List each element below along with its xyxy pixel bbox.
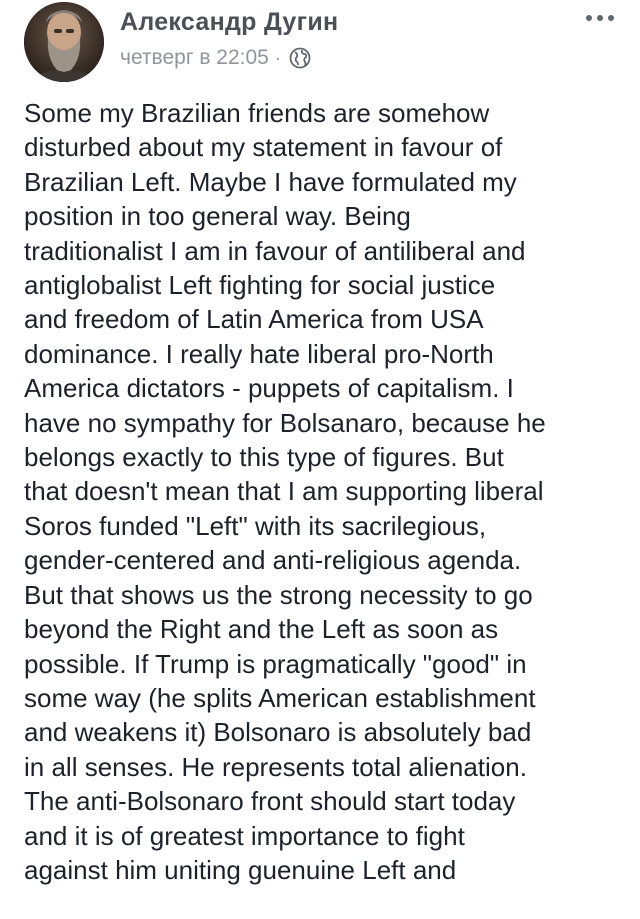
author-name[interactable]: Александр Дугин [120, 8, 338, 37]
post-text-line: and freedom of Latin America from USA [24, 304, 484, 335]
post-text-line: America dictators - puppets of capitalis… [24, 373, 514, 404]
more-dot [597, 15, 603, 21]
post-text-line: dominance. I really hate liberal pro-Nor… [24, 338, 494, 369]
post-text-line: position in too general way. Being [24, 201, 411, 232]
meta-separator: · [274, 47, 281, 68]
avatar[interactable] [24, 2, 104, 82]
post-text-line: belongs exactly to this type of figures.… [24, 442, 504, 473]
more-dot [608, 15, 614, 21]
post-text-line: Some my Brazilian friends are somehow [24, 98, 490, 128]
post-header: Александр Дугин четверг в 22:05 · [0, 0, 640, 92]
post-text-line: possible. If Trump is pragmatically "goo… [24, 648, 527, 679]
post-text-line: in all senses. He represents total alien… [24, 751, 527, 782]
post-text-line: against him uniting guenuine Left and [24, 854, 457, 885]
facebook-post: Александр Дугин четверг в 22:05 · Some m… [0, 0, 640, 919]
post-text-line: that doesn't mean that I am supporting l… [24, 476, 544, 507]
post-text-line: and it is of greatest importance to figh… [24, 820, 465, 851]
post-text-line: some way (he splits American establishme… [24, 682, 536, 713]
more-dot [586, 15, 592, 21]
post-text: Some my Brazilian friends are somehow dis… [24, 96, 624, 887]
avatar-image [24, 2, 104, 82]
more-options-icon[interactable] [586, 12, 614, 24]
post-text-line: But that shows us the strong necessity t… [24, 579, 533, 610]
post-text-line: The anti-Bolsonaro front should start to… [24, 786, 516, 817]
post-text-line: have no sympathy for Bolsanaro, because … [24, 407, 546, 438]
post-text-line: Brazilian Left. Maybe I have formulated … [24, 166, 517, 197]
post-text-line: Soros funded "Left" with its sacrilegiou… [24, 510, 487, 541]
globe-icon[interactable] [289, 47, 311, 69]
post-timestamp[interactable]: четверг в 22:05 [120, 46, 269, 70]
post-text-line: beyond the Right and the Left as soon as [24, 614, 499, 645]
post-text-line: gender-centered and anti-religious agend… [24, 545, 522, 576]
post-meta: четверг в 22:05 · [120, 46, 311, 70]
post-text-line: antiglobalist Left fighting for social j… [24, 270, 496, 301]
post-text-line: and weakens it) Bolsonaro is absolutely … [24, 717, 532, 748]
post-text-line: disturbed about my statement in favour o… [24, 132, 503, 163]
post-text-line: traditionalist I am in favour of antilib… [24, 235, 526, 266]
